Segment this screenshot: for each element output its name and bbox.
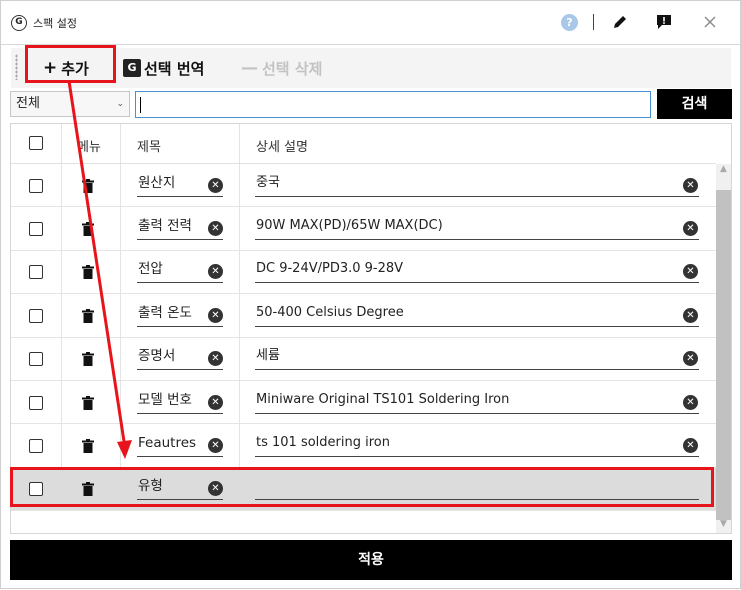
filter-select[interactable]: 전체 ⌄ — [10, 91, 130, 117]
description-field[interactable]: DC 9-24V/PD3.0 9-28V — [255, 259, 699, 284]
clear-icon[interactable]: ✕ — [208, 307, 223, 323]
toolbar: + 추가 G 선택 번역 — 선택 삭제 — [11, 48, 731, 88]
filter-value: 전체 — [16, 96, 40, 111]
row-checkbox[interactable] — [29, 222, 43, 237]
clear-icon[interactable]: ✕ — [683, 394, 698, 410]
clear-icon[interactable]: ✕ — [208, 438, 223, 454]
table-row[interactable]: 출력 온도 ✕ 50-400 Celsius Degree ✕ — [11, 294, 716, 338]
clear-icon[interactable]: ✕ — [683, 307, 698, 323]
translate-label: 선택 번역 — [144, 59, 205, 78]
table-row[interactable]: 원산지 ✕ 중국 ✕ — [11, 164, 716, 208]
toolbar-grip[interactable] — [15, 54, 18, 80]
minus-icon: — — [241, 58, 258, 78]
report-icon[interactable] — [655, 13, 673, 31]
trash-icon[interactable] — [82, 178, 94, 193]
description-field[interactable]: ts 101 soldering iron — [255, 433, 699, 458]
spec-settings-window: G 스팩 설정 ? + 추가 G 선택 번역 — 선택 삭제 전체 ⌄ 검색 메… — [0, 0, 741, 589]
table-row[interactable]: Feautres ✕ ts 101 soldering iron ✕ — [11, 424, 716, 468]
translate-icon: G — [123, 59, 141, 77]
clear-icon[interactable]: ✕ — [208, 394, 223, 410]
table-row[interactable]: 전압 ✕ DC 9-24V/PD3.0 9-28V ✕ — [11, 251, 716, 295]
trash-icon[interactable] — [82, 222, 94, 237]
description-field[interactable]: 중국 — [255, 173, 699, 197]
row-checkbox[interactable] — [29, 265, 43, 280]
trash-icon[interactable] — [82, 265, 94, 280]
chevron-down-icon: ⌄ — [116, 99, 124, 109]
apply-button[interactable]: 적용 — [10, 540, 732, 580]
trash-icon[interactable] — [82, 352, 94, 367]
header-menu: 메뉴 — [77, 140, 101, 155]
clear-icon[interactable]: ✕ — [683, 177, 698, 193]
scroll-up-icon[interactable]: ▲ — [716, 164, 731, 179]
title-bar: G 스팩 설정 ? — [1, 1, 740, 45]
translate-selected-button[interactable]: G 선택 번역 — [123, 56, 204, 80]
trash-icon[interactable] — [82, 308, 94, 323]
description-field[interactable]: 50-400 Celsius Degree — [255, 303, 699, 327]
row-checkbox[interactable] — [29, 308, 43, 323]
table-row[interactable]: 증명서 ✕ 세륨 ✕ — [11, 338, 716, 381]
description-field[interactable]: Miniware Original TS101 Soldering Iron — [255, 390, 699, 414]
clear-icon[interactable]: ✕ — [208, 221, 223, 237]
trash-icon[interactable] — [82, 395, 94, 410]
row-checkbox[interactable] — [29, 395, 43, 410]
description-field[interactable]: 90W MAX(PD)/65W MAX(DC) — [255, 216, 699, 241]
row-checkbox[interactable] — [29, 352, 43, 367]
clear-icon[interactable]: ✕ — [683, 438, 698, 454]
window-title: 스팩 설정 — [33, 17, 77, 30]
search-input[interactable] — [135, 91, 651, 118]
vertical-scrollbar[interactable]: ▲ ▼ — [716, 164, 731, 533]
delete-label: 선택 삭제 — [262, 59, 323, 78]
title-separator — [593, 14, 594, 30]
description-field[interactable]: 세륨 — [255, 346, 699, 371]
annotation-box-add — [25, 45, 116, 83]
select-all-checkbox[interactable] — [29, 136, 43, 150]
header-description: 상세 설명 — [256, 140, 308, 155]
search-button[interactable]: 검색 — [657, 89, 732, 119]
scroll-down-icon[interactable]: ▼ — [716, 519, 731, 533]
annotation-box-new-row — [10, 467, 714, 507]
trash-icon[interactable] — [82, 439, 94, 454]
header-title: 제목 — [137, 140, 161, 155]
clear-icon[interactable]: ✕ — [208, 177, 223, 193]
row-checkbox[interactable] — [29, 178, 43, 193]
table-row[interactable]: 출력 전력 ✕ 90W MAX(PD)/65W MAX(DC) ✕ — [11, 207, 716, 251]
close-icon[interactable] — [701, 13, 719, 31]
scrollbar-thumb[interactable] — [716, 190, 731, 520]
table-row[interactable]: 모델 번호 ✕ Miniware Original TS101 Soldering … — [11, 381, 716, 425]
edit-icon[interactable] — [611, 13, 629, 31]
text-caret — [140, 97, 141, 113]
clear-icon[interactable]: ✕ — [683, 221, 698, 237]
help-icon[interactable]: ? — [561, 14, 578, 31]
table-header: 메뉴 제목 상세 설명 — [11, 124, 716, 164]
row-checkbox[interactable] — [29, 439, 43, 454]
delete-selected-button[interactable]: — 선택 삭제 — [241, 56, 322, 80]
app-icon: G — [11, 15, 27, 31]
